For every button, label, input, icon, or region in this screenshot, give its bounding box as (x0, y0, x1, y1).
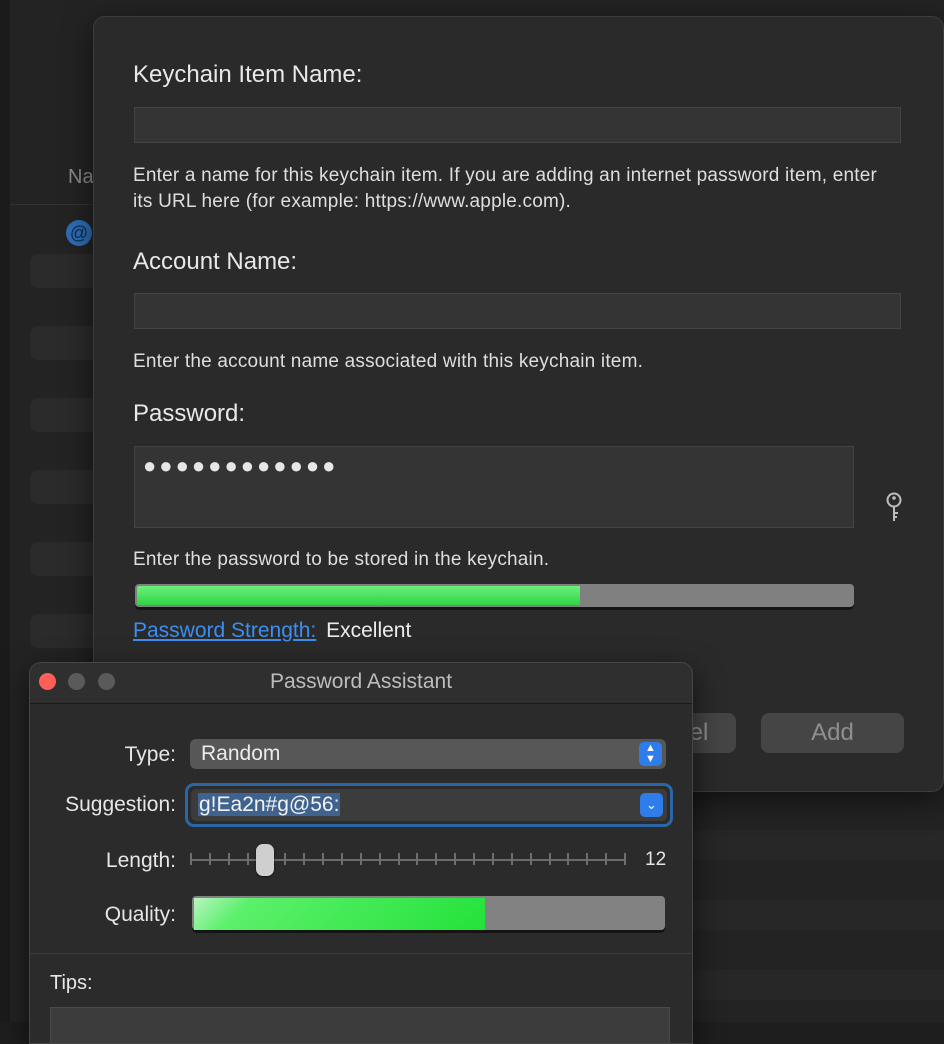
password-help: Enter the password to be stored in the k… (133, 549, 550, 570)
quality-label: Quality: (104, 903, 176, 926)
quality-meter-fill (194, 898, 485, 930)
slider-tick (473, 853, 476, 865)
list-item[interactable] (692, 970, 944, 1000)
slider-tick (491, 853, 494, 865)
updown-chevron-icon: ▲ ▼ (639, 742, 662, 766)
slider-tick (303, 853, 306, 865)
chevron-down-icon[interactable]: ⌄ (640, 793, 663, 817)
tips-label: Tips: (50, 972, 93, 994)
quality-meter (192, 896, 665, 933)
slider-tick (510, 853, 513, 865)
tips-text-area (50, 1007, 670, 1043)
item-name-label: Keychain Item Name: (133, 61, 363, 88)
slider-tick (322, 853, 325, 865)
slider-tick (246, 853, 249, 865)
name-column-header[interactable]: Na (68, 166, 94, 189)
assistant-divider (30, 953, 692, 954)
slider-tick (454, 853, 457, 865)
slider-tick (624, 853, 626, 865)
type-popup[interactable]: Random ▲ ▼ (190, 739, 666, 769)
suggestion-selected-text: g!Ea2n#g@56: (198, 793, 341, 816)
account-name-help: Enter the account name associated with t… (133, 351, 644, 372)
account-name-label: Account Name: (133, 248, 298, 275)
length-slider-track[interactable] (190, 859, 624, 861)
slider-tick (548, 853, 551, 865)
password-strength-value: Excellent (326, 619, 412, 642)
password-masked-text: ●●●●●●●●●●●● (143, 453, 339, 478)
assistant-titlebar[interactable]: Password Assistant (30, 663, 692, 704)
slider-tick (190, 853, 192, 865)
slider-tick (416, 853, 419, 865)
slider-tick (605, 853, 608, 865)
slider-tick (586, 853, 589, 865)
password-label: Password: (133, 400, 246, 427)
slider-tick (340, 853, 343, 865)
type-label: Type: (124, 743, 176, 766)
password-strength-meter (135, 584, 854, 610)
password-assistant-window: Password Assistant Type: Random ▲ ▼ Sugge… (29, 662, 693, 1044)
type-popup-value: Random (201, 742, 281, 765)
length-label: Length: (105, 849, 176, 872)
add-button[interactable]: Add (761, 713, 904, 753)
assistant-title: Password Assistant (269, 670, 453, 693)
password-strength-link[interactable]: Password Strength: (133, 619, 316, 642)
slider-tick (529, 853, 532, 865)
slider-tick (567, 853, 570, 865)
key-icon[interactable] (880, 491, 908, 525)
length-slider-knob[interactable] (256, 844, 275, 876)
suggestion-combo-box[interactable]: g!Ea2n#g@56: ⌄ (191, 789, 667, 821)
slider-tick (208, 853, 211, 865)
slider-tick (284, 853, 287, 865)
slider-tick (435, 853, 438, 865)
slider-tick (397, 853, 400, 865)
strength-meter-fill (137, 586, 581, 605)
list-item[interactable] (692, 830, 944, 860)
slider-tick (378, 853, 381, 865)
list-item[interactable] (692, 900, 944, 930)
password-field[interactable]: ●●●●●●●●●●●● (134, 446, 854, 528)
account-name-field[interactable] (134, 293, 901, 329)
item-name-help: Enter a name for this keychain item. If … (133, 165, 878, 212)
length-value: 12 (645, 849, 667, 870)
item-name-field[interactable] (134, 107, 901, 143)
sidebar-edge (0, 0, 10, 1022)
slider-tick (227, 853, 230, 865)
suggestion-label: Suggestion: (65, 793, 176, 816)
at-icon: @ (66, 220, 92, 246)
slider-tick (359, 853, 362, 865)
password-strength-row: Password Strength: Excellent (133, 619, 411, 643)
